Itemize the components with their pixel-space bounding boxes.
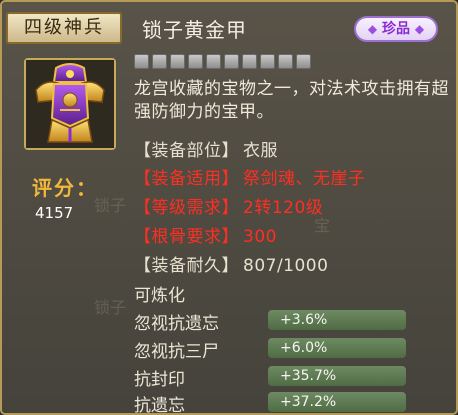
tier-badge: 四级神兵 <box>6 12 122 44</box>
attribute-value: 祭剑魂、无崖子 <box>243 169 366 189</box>
gem-slot-icon <box>170 54 185 69</box>
rarity-label: 珍品 <box>382 21 410 37</box>
attribute-durability: 【装备耐久】 807/1000 <box>134 251 328 276</box>
attribute-bone-requirement: 【根骨要求】 300 <box>134 222 277 247</box>
stat-name: 忽视抗遗忘 <box>134 314 219 334</box>
gem-slot-icon <box>152 54 167 69</box>
gem-slot-icon <box>134 54 149 69</box>
stat-value-bar: +3.6% <box>268 310 406 330</box>
gem-slot-icon <box>188 54 203 69</box>
stat-value-bar: +6.0% <box>268 338 406 358</box>
attribute-value: 300 <box>243 227 277 247</box>
gem-slot-icon <box>260 54 275 69</box>
stat-value-bar: +35.7% <box>268 366 406 386</box>
stat-name: 抗封印 <box>134 370 185 390</box>
attribute-label: 【根骨要求】 <box>134 227 239 247</box>
attribute-equip-slot: 【装备部位】 衣服 <box>134 136 278 161</box>
item-name: 锁子黄金甲 <box>142 18 247 42</box>
item-description: 龙宫收藏的宝物之一，对法术攻击拥有超强防御力的宝甲。 <box>134 79 449 122</box>
attribute-label: 【装备耐久】 <box>134 256 239 276</box>
attribute-label: 【装备适用】 <box>134 169 239 189</box>
rarity-badge: ◆ 珍品 ◆ <box>354 16 438 42</box>
attribute-value: 807/1000 <box>243 256 329 276</box>
gem-slot-icon <box>296 54 311 69</box>
golden-armor-icon <box>26 60 114 148</box>
rarity-ornament-icon: ◆ <box>414 22 425 36</box>
rarity-ornament-icon: ◆ <box>367 22 378 36</box>
gem-slot-row <box>134 54 311 69</box>
score-label: 评分： <box>32 176 98 200</box>
background-ghost-text: 锁子 <box>94 196 127 215</box>
gem-slot-icon <box>278 54 293 69</box>
attribute-applicable-class: 【装备适用】 祭剑魂、无崖子 <box>134 164 366 189</box>
item-tooltip-panel: 锁子 锁子 宝 四级神兵 锁子黄金甲 ◆ 珍品 ◆ 龙宫收藏的宝物之一，对法术攻… <box>0 0 458 415</box>
attribute-label: 【装备部位】 <box>134 141 239 161</box>
background-ghost-text: 锁子 <box>94 298 127 317</box>
attribute-value: 衣服 <box>243 141 278 161</box>
gem-slot-icon <box>206 54 221 69</box>
score-value: 4157 <box>35 204 74 222</box>
stat-value-bar: +37.2% <box>268 392 406 412</box>
item-icon-frame <box>24 58 116 150</box>
stat-name: 忽视抗三尸 <box>134 342 219 362</box>
refine-note: 可炼化 <box>134 286 185 306</box>
attribute-label: 【等级需求】 <box>134 198 239 218</box>
attribute-value: 2转120级 <box>243 198 324 218</box>
attribute-level-requirement: 【等级需求】 2转120级 <box>134 193 323 218</box>
gem-slot-icon <box>224 54 239 69</box>
stat-name: 抗遗忘 <box>134 396 185 415</box>
gem-slot-icon <box>242 54 257 69</box>
